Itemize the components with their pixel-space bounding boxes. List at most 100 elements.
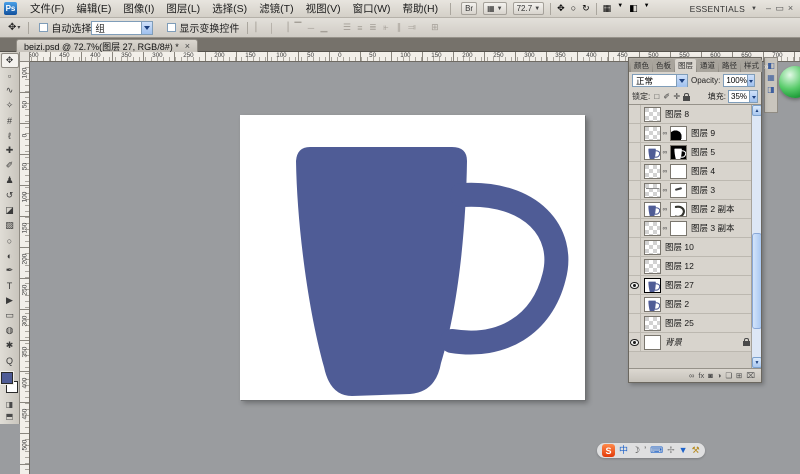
layer-name[interactable]: 图层 9 <box>691 127 715 139</box>
auto-align-icon[interactable]: ⊞ <box>428 22 441 33</box>
zoom-level-dropdown[interactable]: 72.7▼ <box>513 2 545 15</box>
arrange-documents-icon[interactable]: ▦ <box>603 3 612 14</box>
view-extras-button[interactable]: ▦▼ <box>483 2 507 15</box>
layer-style-icon[interactable]: fx <box>698 371 704 380</box>
menu-item[interactable]: 滤镜(T) <box>253 0 299 17</box>
path-selection-tool[interactable]: ▶ <box>1 293 19 308</box>
gradient-tool[interactable]: ▨ <box>1 218 19 233</box>
sogou-logo[interactable]: S <box>602 444 615 457</box>
layer-row[interactable]: ∞图层 4 <box>629 162 761 181</box>
layer-name[interactable]: 图层 8 <box>665 108 689 120</box>
layer-thumbnail[interactable] <box>644 335 661 350</box>
panel-tab-路径[interactable]: 路径 <box>719 59 740 72</box>
panel-tab-样式[interactable]: 样式 <box>741 59 762 72</box>
panel-tab-通道[interactable]: 通道 <box>697 59 718 72</box>
panel-tab-色板[interactable]: 色板 <box>653 59 674 72</box>
layer-mask-thumbnail[interactable] <box>670 221 687 236</box>
screen-mode-icon[interactable]: ◧ <box>629 3 638 14</box>
menu-item[interactable]: 帮助(H) <box>397 0 445 17</box>
align-center-h-icon[interactable]: │ <box>265 23 278 33</box>
layer-thumbnail[interactable] <box>644 240 661 255</box>
crop-tool[interactable]: # <box>1 113 19 128</box>
layer-row[interactable]: 图层 2 <box>629 295 761 314</box>
pen-tool[interactable]: ✒ <box>1 263 19 278</box>
distribute-middle-icon[interactable]: ≡ <box>353 23 366 33</box>
hand-tool[interactable]: ✱ <box>1 338 19 353</box>
move-tool[interactable]: ✥ <box>1 53 19 68</box>
panel-tab-颜色[interactable]: 颜色 <box>631 59 652 72</box>
swatches-panel-icon[interactable]: ▦ <box>767 73 775 82</box>
align-bottom-icon[interactable]: ▁ <box>317 22 330 33</box>
layer-thumbnail[interactable] <box>644 202 661 217</box>
mug-artwork[interactable] <box>240 115 585 400</box>
dodge-tool[interactable]: ◐ <box>1 248 19 263</box>
3d-rotate-tool[interactable]: ◍ <box>1 323 19 338</box>
distribute-top-icon[interactable]: ☰ <box>340 22 353 33</box>
layer-name[interactable]: 图层 2 副本 <box>691 203 734 215</box>
collapse-dock-icon[interactable]: » <box>762 62 770 72</box>
vertical-ruler[interactable]: 10050050100150200250300350400450500 <box>20 62 30 474</box>
eyedropper-tool[interactable]: ℓ <box>1 128 19 143</box>
menu-item[interactable]: 图层(L) <box>160 0 206 17</box>
visibility-toggle[interactable] <box>629 276 641 294</box>
adjustment-icon[interactable]: ◑ <box>717 371 722 380</box>
delete-layer-icon[interactable]: ⌧ <box>746 371 755 380</box>
visibility-toggle[interactable] <box>629 181 641 199</box>
layer-name[interactable]: 图层 5 <box>691 146 715 158</box>
panel-tab-图层[interactable]: 图层 <box>675 59 696 72</box>
distribute-left-icon[interactable]: ⫦ <box>379 22 392 33</box>
halfwidth-icon[interactable]: ☽ <box>632 444 640 457</box>
layer-name[interactable]: 图层 4 <box>691 165 715 177</box>
layer-row[interactable]: ∞图层 9 <box>629 124 761 143</box>
layer-row[interactable]: ∞图层 3 <box>629 181 761 200</box>
skin-icon[interactable]: ▼ <box>679 444 688 457</box>
healing-brush-tool[interactable]: ✚ <box>1 143 19 158</box>
align-top-icon[interactable]: ▔ <box>291 22 304 33</box>
scrollbar[interactable]: ▲ ▼ <box>751 105 761 368</box>
layer-mask-thumbnail[interactable] <box>670 164 687 179</box>
show-transform-checkbox[interactable] <box>167 23 176 32</box>
close-icon[interactable]: × <box>185 41 190 51</box>
launch-bridge-button[interactable]: Br <box>461 2 477 15</box>
fill-field[interactable]: 35% <box>728 90 758 103</box>
layer-thumbnail[interactable] <box>644 126 661 141</box>
menu-item[interactable]: 窗口(W) <box>347 0 397 17</box>
layer-thumbnail[interactable] <box>644 107 661 122</box>
visibility-toggle[interactable] <box>629 314 641 332</box>
add-mask-icon[interactable]: ◙ <box>708 371 713 380</box>
visibility-toggle[interactable] <box>629 105 641 123</box>
lasso-tool[interactable]: ∿ <box>1 83 19 98</box>
visibility-toggle[interactable] <box>629 162 641 180</box>
layer-name[interactable]: 图层 3 副本 <box>691 222 734 234</box>
align-left-icon[interactable]: ▏ <box>252 22 265 33</box>
visibility-toggle[interactable] <box>629 257 641 275</box>
distribute-bottom-icon[interactable]: ≣ <box>366 22 379 33</box>
scrollbar-thumb[interactable] <box>752 233 761 329</box>
current-tool-button[interactable]: ✥ ▾ <box>4 22 24 33</box>
opacity-field[interactable]: 100% <box>723 74 755 87</box>
layer-row[interactable]: 图层 27 <box>629 276 761 295</box>
restore-button[interactable]: ▭ <box>774 3 785 14</box>
auto-select-checkbox[interactable] <box>39 23 48 32</box>
visibility-toggle[interactable] <box>629 219 641 237</box>
layer-thumbnail[interactable] <box>644 183 661 198</box>
layer-name[interactable]: 图层 12 <box>665 260 694 272</box>
menu-item[interactable]: 文件(F) <box>24 0 70 17</box>
brush-tool[interactable]: ✐ <box>1 158 19 173</box>
layer-thumbnail[interactable] <box>644 221 661 236</box>
layer-row[interactable]: 背景 <box>629 333 761 352</box>
quick-selection-tool[interactable]: ✧ <box>1 98 19 113</box>
layer-thumbnail[interactable] <box>644 259 661 274</box>
lock-toggle-1[interactable]: ✐ <box>662 92 671 101</box>
layer-name[interactable]: 背景 <box>665 336 682 348</box>
menu-item[interactable]: 编辑(E) <box>70 0 117 17</box>
lock-all-icon[interactable] <box>683 96 690 101</box>
history-brush-tool[interactable]: ↺ <box>1 188 19 203</box>
align-right-icon[interactable]: ▕ <box>278 22 291 33</box>
document-tab[interactable]: beizi.psd @ 72.7%(图层 27, RGB/8#) * × <box>16 39 198 52</box>
visibility-toggle[interactable] <box>629 143 641 161</box>
layer-thumbnail[interactable] <box>644 145 661 160</box>
layer-row[interactable]: ∞图层 2 副本 <box>629 200 761 219</box>
clone-stamp-tool[interactable]: ♟ <box>1 173 19 188</box>
layer-mask-thumbnail[interactable] <box>670 202 687 217</box>
